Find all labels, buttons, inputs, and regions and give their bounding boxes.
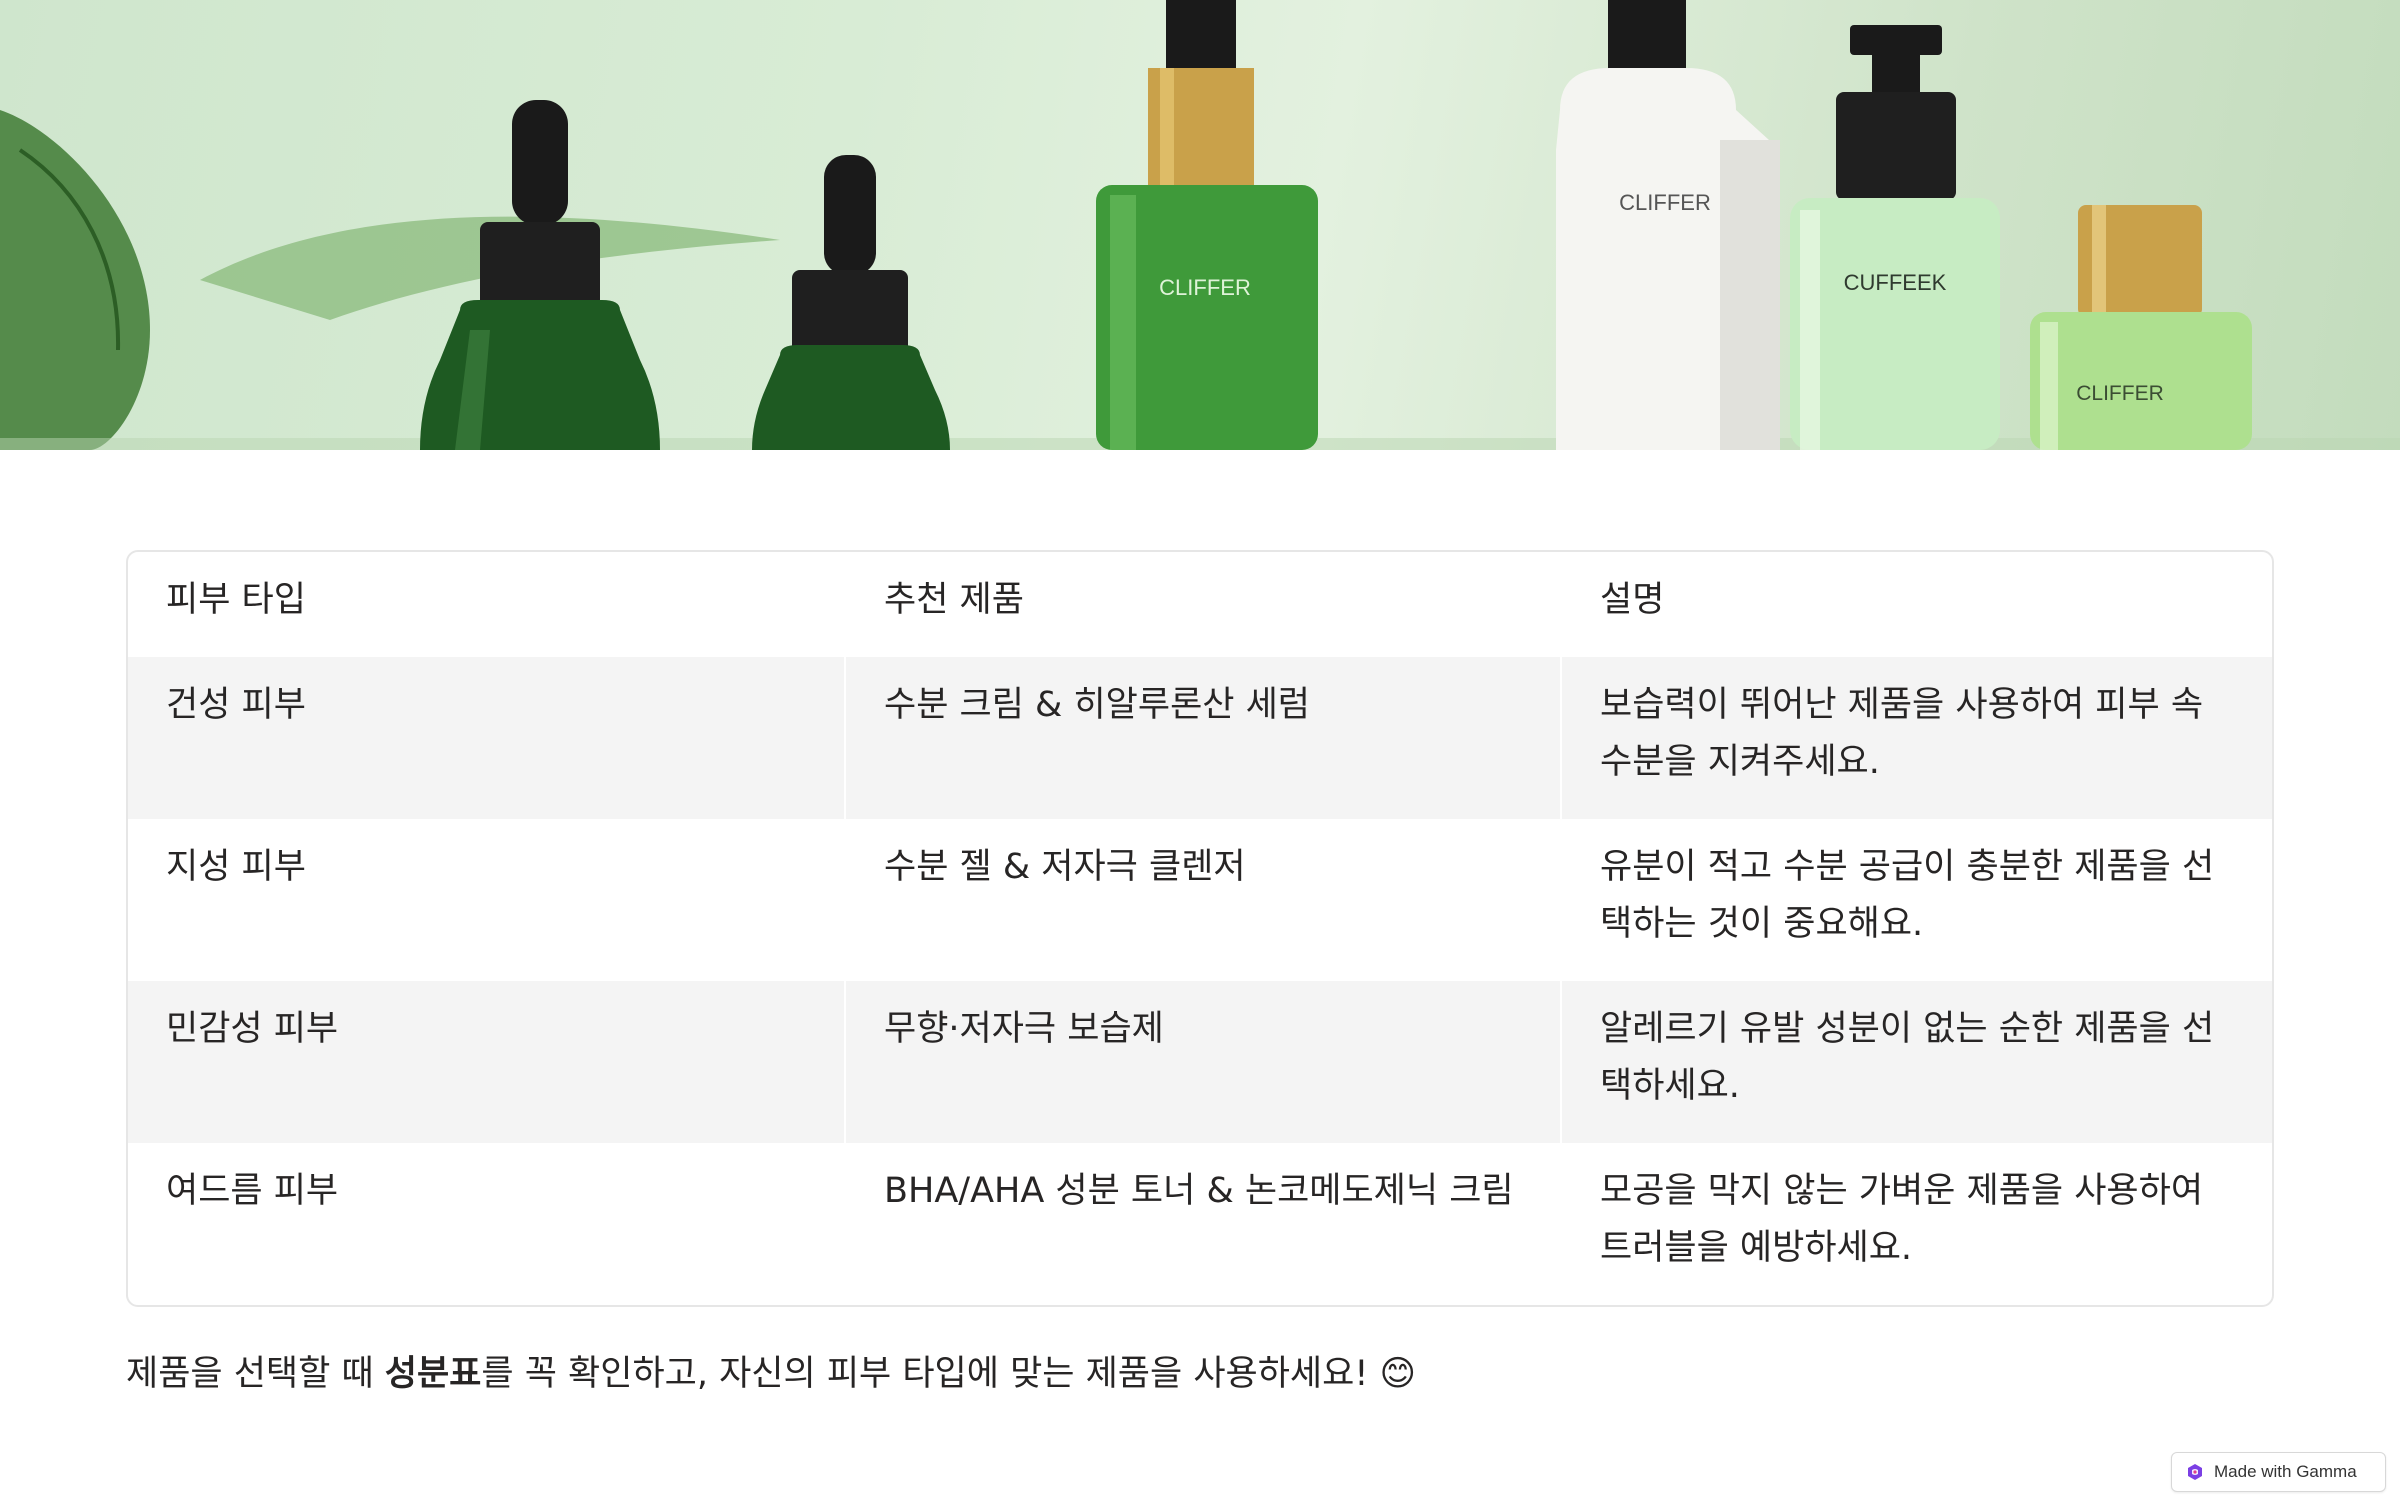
cell-skin-type: 지성 피부 [166,847,306,887]
description-line: 택하는 것이 중요해요. [1600,904,1924,944]
table-row: 여드름 피부 BHA/AHA 성분 토너 & 논코메도제닉 크림 모공을 막지 … [128,1143,2272,1305]
bottle-label-1: CLIFFER [1159,275,1251,300]
header-description: 설명 [1560,552,2272,657]
footnote-before: 제품을 선택할 때 [126,1354,385,1394]
page: CLIFFER CLIFFER CUFFEEK CLIFFER 피부 타입 추천… [0,0,2400,1508]
cell-product: 수분 젤 & 저자극 클렌저 [844,819,1560,981]
description-line: 모공을 막지 않는 가벼운 제품을 사용하여 [1600,1171,2204,1211]
bottle-label-3: CUFFEEK [1844,270,1947,295]
cell-description: 유분이 적고 수분 공급이 충분한 제품을 선택하는 것이 중요해요. [1560,819,2272,981]
gamma-logo-icon [2188,1464,2202,1480]
description-line: 보습력이 뛰어난 제품을 사용하여 피부 속 [1600,685,2204,725]
cell-skin-type: 건성 피부 [166,685,306,725]
cell-description: 알레르기 유발 성분이 없는 순한 제품을 선택하세요. [1560,981,2272,1143]
table-row: 민감성 피부 무향·저자극 보습제 알레르기 유발 성분이 없는 순한 제품을 … [128,981,2272,1143]
bottle-label-4: CLIFFER [2076,382,2164,405]
footnote-text: 제품을 선택할 때 성분표를 꼭 확인하고, 자신의 피부 타입에 맞는 제품을… [126,1344,2274,1404]
description-line: 유분이 적고 수분 공급이 충분한 제품을 선 [1600,847,2215,887]
skin-type-table: 피부 타입 추천 제품 설명 건성 피부 수분 크림 & 히알루론산 세럼 보습… [126,550,2274,1307]
table-row: 건성 피부 수분 크림 & 히알루론산 세럼 보습력이 뛰어난 제품을 사용하여… [128,657,2272,819]
description-line: 트러블을 예방하세요. [1600,1228,1913,1268]
cell-description: 모공을 막지 않는 가벼운 제품을 사용하여트러블을 예방하세요. [1560,1143,2272,1305]
table-header-row: 피부 타입 추천 제품 설명 [128,552,2272,657]
hero-image: CLIFFER CLIFFER CUFFEEK CLIFFER [0,0,2400,450]
description-line: 수분을 지켜주세요. [1600,742,1880,782]
skincare-bottles-illustration: CLIFFER CLIFFER CUFFEEK CLIFFER [0,0,2400,450]
header-skin-type: 피부 타입 [166,580,306,620]
table-row: 지성 피부 수분 젤 & 저자극 클렌저 유분이 적고 수분 공급이 충분한 제… [128,819,2272,981]
header-product: 추천 제품 [844,552,1560,657]
cell-product: 무향·저자극 보습제 [844,981,1560,1143]
description-line: 택하세요. [1600,1066,1740,1106]
footnote-bold: 성분표 [384,1354,482,1394]
footnote-after: 를 꼭 확인하고, 자신의 피부 타입에 맞는 제품을 사용하세요! 😊 [481,1354,1416,1394]
bottle-label-2: CLIFFER [1619,190,1711,215]
cell-skin-type: 여드름 피부 [166,1171,339,1211]
cell-product: BHA/AHA 성분 토너 & 논코메도제닉 크림 [844,1143,1560,1305]
cell-description: 보습력이 뛰어난 제품을 사용하여 피부 속수분을 지켜주세요. [1560,657,2272,819]
cell-product: 수분 크림 & 히알루론산 세럼 [844,657,1560,819]
description-line: 알레르기 유발 성분이 없는 순한 제품을 선 [1600,1009,2215,1049]
cell-skin-type: 민감성 피부 [166,1009,339,1049]
badge-label: Made with Gamma [2214,1462,2357,1481]
made-with-gamma-badge[interactable]: Made with Gamma [2171,1452,2386,1492]
